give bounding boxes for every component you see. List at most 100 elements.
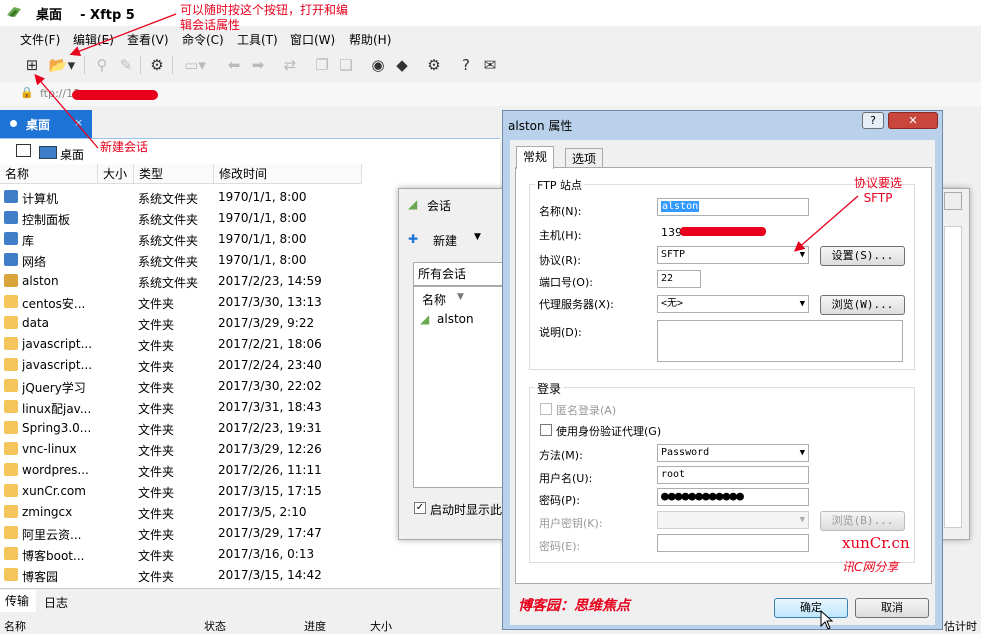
desktop-icon (39, 146, 57, 159)
session-item[interactable]: alston (437, 312, 474, 326)
paste-icon[interactable]: ❏ (336, 55, 356, 75)
settings-button[interactable]: 设置(S)... (820, 246, 905, 266)
all-sessions-label: 所有会话 (418, 267, 467, 281)
passphrase-field[interactable] (657, 534, 809, 552)
file-name: javascript... (22, 337, 93, 351)
anonymous-checkbox[interactable] (540, 403, 552, 415)
tab-desktop-label: 桌面 (26, 118, 51, 132)
session-col-name[interactable]: 名称 (422, 291, 446, 308)
properties-icon[interactable]: ⚙ (147, 55, 167, 75)
ok-button[interactable]: 确定 (774, 598, 848, 618)
file-name: centos安... (22, 297, 86, 311)
file-modified: 1970/1/1, 8:00 (218, 190, 307, 204)
col-size[interactable]: 大小 (98, 164, 134, 184)
password-field[interactable]: ●●●●●●●●●●●● (657, 488, 809, 506)
gear-icon[interactable]: ⚙ (424, 55, 444, 75)
connect-icon[interactable]: ⚲ (92, 55, 112, 75)
menu-edit[interactable]: 编辑(E) (73, 31, 114, 48)
chevron-down-icon: ▼ (799, 250, 805, 260)
title-suffix: - Xftp 5 (80, 8, 135, 23)
file-name: 库 (22, 234, 35, 248)
port-value: 22 (661, 273, 674, 284)
transfer-col-size[interactable]: 大小 (370, 618, 392, 634)
transfer-col-status[interactable]: 状态 (204, 618, 226, 634)
transfer-col-progress[interactable]: 进度 (304, 618, 326, 634)
name-value: alston (661, 201, 700, 212)
browse-proxy-button[interactable]: 浏览(W)... (820, 295, 905, 315)
file-type: 系统文件夹 (138, 234, 199, 248)
new-session-icon[interactable]: ⊞ (22, 55, 42, 75)
globe-icon[interactable]: ◉ (368, 55, 388, 75)
description-field[interactable] (657, 320, 903, 362)
session-close-button[interactable] (944, 192, 962, 210)
file-row[interactable]: 博客园 文件夹 2017/3/15, 14:42 (0, 565, 500, 586)
method-select[interactable]: Password ▼ (657, 444, 809, 462)
dialog-title: alston 属性 (508, 119, 573, 133)
transfer-col-eta[interactable]: 估计时 (944, 618, 977, 634)
forward-icon[interactable]: ➡ (248, 55, 268, 75)
open-session-icon[interactable]: 📂▾ (47, 55, 77, 75)
terminal-icon[interactable]: ▭▾ (180, 55, 210, 75)
dialog-help-button[interactable]: ? (862, 112, 884, 129)
file-name: xunCr.com (22, 484, 86, 498)
tab-general[interactable]: 常规 (516, 146, 555, 169)
menu-help[interactable]: 帮助(H) (349, 31, 391, 48)
folder-icon (4, 337, 18, 350)
user-key-select[interactable]: ▼ (657, 511, 809, 529)
file-modified: 2017/3/15, 14:42 (218, 568, 322, 582)
new-icon: ✚ (408, 232, 419, 246)
menu-command[interactable]: 命令(C) (182, 31, 224, 48)
file-modified: 2017/3/31, 18:43 (218, 400, 322, 414)
browse-key-button[interactable]: 浏览(B)... (820, 511, 905, 531)
login-group-label: 登录 (535, 380, 564, 397)
port-field[interactable]: 22 (657, 270, 701, 288)
folder-icon (4, 463, 18, 476)
menu-tools[interactable]: 工具(T) (237, 31, 278, 48)
file-modified: 1970/1/1, 8:00 (218, 253, 307, 267)
file-type: 系统文件夹 (138, 192, 199, 206)
toolbar: ⊞ 📂▾ ⚲ ✎ ⚙ ▭▾ ⬅ ➡ ⇄ ❐ ❏ ◉ ◆ ⚙ ? ✉ (0, 52, 981, 78)
pane-toggle-icon[interactable] (16, 144, 31, 157)
disconnect-icon[interactable]: ✎ (116, 55, 136, 75)
folder-icon (4, 400, 18, 413)
back-icon[interactable]: ⬅ (224, 55, 244, 75)
redaction-mark (680, 227, 766, 236)
dialog-close-button[interactable]: ✕ (888, 112, 938, 129)
xshell-icon[interactable]: ◆ (392, 55, 412, 75)
username-field[interactable]: root (657, 466, 809, 484)
folder-icon (4, 421, 18, 434)
name-field[interactable]: alston (657, 198, 809, 216)
path-label[interactable]: 桌面 (60, 146, 84, 163)
protocol-label: 协议(R): (539, 254, 581, 267)
tab-log[interactable]: 日志 (44, 594, 68, 611)
file-type: 文件夹 (138, 381, 175, 395)
file-type: 系统文件夹 (138, 213, 199, 227)
chevron-down-icon[interactable]: ▼ (474, 232, 481, 242)
tab-transfer[interactable]: 传输 (0, 590, 36, 612)
col-name[interactable]: 名称 (0, 164, 98, 184)
tab-close-icon[interactable]: × (74, 116, 83, 129)
computer-icon (4, 190, 18, 203)
proxy-select[interactable]: <无> ▼ (657, 295, 809, 313)
chat-icon[interactable]: ✉ (480, 55, 500, 75)
copy-icon[interactable]: ❐ (312, 55, 332, 75)
menu-file[interactable]: 文件(F) (20, 31, 60, 48)
tab-options[interactable]: 选项 (565, 148, 604, 169)
col-modified[interactable]: 修改时间 (214, 164, 362, 184)
transfer-col-name[interactable]: 名称 (4, 618, 26, 634)
session-new-button[interactable]: 新建 (433, 232, 457, 249)
col-type[interactable]: 类型 (134, 164, 214, 184)
cancel-button[interactable]: 取消 (855, 598, 929, 618)
menu-window[interactable]: 窗口(W) (290, 31, 335, 48)
host-value[interactable]: 139 (661, 226, 682, 239)
refresh-icon[interactable]: ⇄ (280, 55, 300, 75)
menu-view[interactable]: 查看(V) (127, 31, 169, 48)
help-icon[interactable]: ? (456, 55, 476, 75)
startup-checkbox[interactable]: ✓ (414, 502, 426, 514)
passphrase-label: 密码(E): (539, 540, 581, 553)
file-row[interactable]: 博客boot... 文件夹 2017/3/16, 0:13 (0, 544, 500, 565)
auth-agent-checkbox[interactable] (540, 424, 552, 436)
annotation-new-session: 新建会话 (100, 140, 149, 154)
file-modified: 2017/3/5, 2:10 (218, 505, 307, 519)
protocol-select[interactable]: SFTP ▼ (657, 246, 809, 264)
